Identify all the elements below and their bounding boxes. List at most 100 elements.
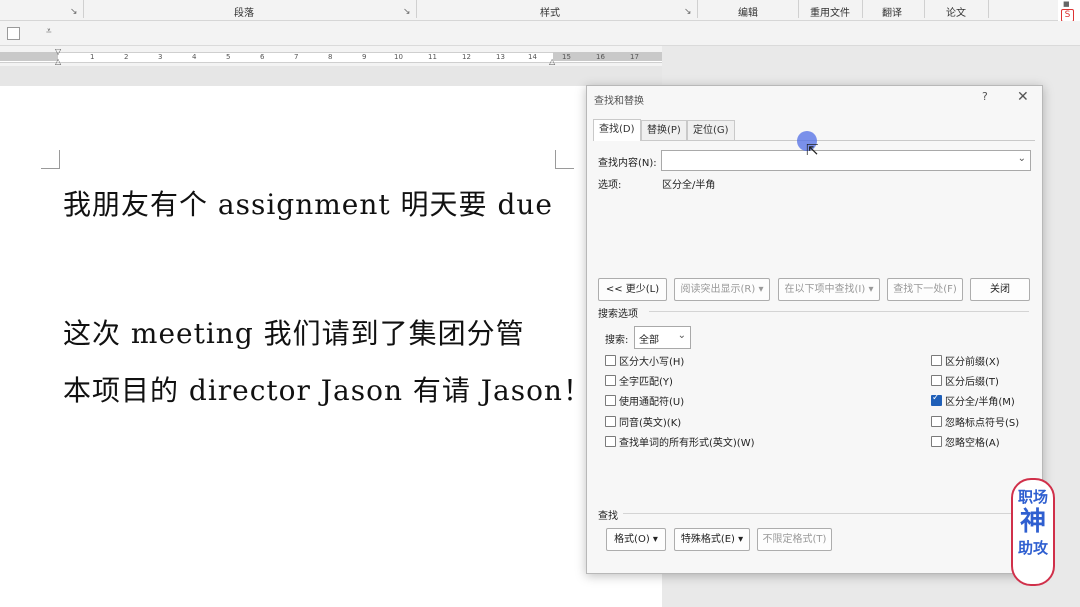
tab-replace[interactable]: 替换(P) [641, 120, 687, 140]
separator [697, 0, 698, 18]
ruler-tick: 1 [90, 53, 95, 61]
option-label: 区分大小写(H) [619, 357, 685, 368]
ruler-tick: 17 [630, 53, 639, 61]
chevron-down-icon[interactable]: ⌄ [1018, 153, 1026, 164]
option-label: 忽略标点符号(S) [945, 418, 1020, 429]
quick-access-toolbar: ⩡ [0, 21, 1080, 46]
ruler-tick: 9 [362, 53, 367, 61]
horizontal-ruler[interactable]: 1 2 3 4 5 6 7 8 9 10 11 12 13 14 15 16 1… [0, 46, 662, 66]
option-label: 区分全/半角(M) [945, 397, 1015, 408]
ruler-tick: 16 [596, 53, 605, 61]
options-label: 选项: [598, 180, 622, 191]
checkbox[interactable] [605, 436, 616, 447]
document-page[interactable]: 我朋友有个 assignment 明天要 due 这次 meeting 我们请到… [0, 86, 662, 607]
option-label: 使用通配符(U) [619, 397, 685, 408]
checkbox[interactable] [931, 436, 942, 447]
ruler-left-margin [0, 52, 58, 61]
ruler-tick: 13 [496, 53, 505, 61]
format-button[interactable]: 格式(O) ▾ [606, 528, 666, 551]
close-button[interactable]: 关闭 [970, 278, 1030, 301]
ruler-tick: 3 [158, 53, 163, 61]
find-what-label: 查找内容(N): [598, 158, 657, 169]
checkbox[interactable] [605, 395, 616, 406]
customize-toolbar-icon[interactable]: ⩡ [46, 26, 52, 37]
checkbox[interactable] [931, 416, 942, 427]
separator [416, 0, 417, 18]
watermark-text: 职场 [1017, 488, 1048, 506]
ruler-tick: 4 [192, 53, 197, 61]
ruler-tick: 10 [394, 53, 403, 61]
checkbox[interactable] [605, 416, 616, 427]
document-text-line[interactable]: 本项目的 director Jason 有请 Jason！ [63, 369, 592, 409]
view-icon[interactable] [7, 27, 20, 40]
find-section-title: 查找 [598, 511, 618, 522]
separator [83, 0, 84, 18]
checkbox[interactable] [605, 355, 616, 366]
ribbon-group-reuse-files: 重用文件 [810, 8, 850, 19]
ruler-tick: 5 [226, 53, 231, 61]
ribbon-group-translate: 翻译 [882, 8, 902, 19]
dialog-launcher-icon[interactable]: ↘ [403, 7, 411, 17]
watermark-text: 神 [1019, 507, 1046, 537]
option-label: 查找单词的所有形式(英文)(W) [619, 438, 755, 449]
find-next-button[interactable]: 查找下一处(F) [887, 278, 963, 301]
tab-find[interactable]: 查找(D) [593, 119, 641, 141]
search-direction-value: 全部 [639, 335, 659, 346]
ruler-tick: 12 [462, 53, 471, 61]
find-in-button[interactable]: 在以下项中查找(I) ▾ [778, 278, 880, 301]
section-divider [649, 311, 1029, 312]
first-line-indent-marker-icon[interactable]: ▽ [55, 47, 61, 56]
checkbox[interactable] [931, 355, 942, 366]
ruler-tick: 8 [328, 53, 333, 61]
app-icon[interactable]: ■ [1063, 0, 1070, 8]
option-label: 区分前缀(X) [945, 357, 1000, 368]
dialog-title: 查找和替换 [594, 96, 644, 107]
hanging-indent-marker-icon[interactable]: △ [55, 57, 61, 66]
reading-highlight-button[interactable]: 阅读突出显示(R) ▾ [674, 278, 770, 301]
ruler-tick: 11 [428, 53, 437, 61]
checkbox-checked[interactable] [931, 393, 942, 406]
margin-corner-mark [41, 150, 60, 169]
checkbox[interactable] [931, 375, 942, 386]
separator [798, 0, 799, 18]
watermark-text: 助攻 [1017, 539, 1048, 557]
ribbon-group-paper: 论文 [946, 8, 966, 19]
separator [862, 0, 863, 18]
mouse-pointer-icon: ⇱ [806, 141, 819, 159]
options-value: 区分全/半角 [662, 180, 716, 191]
search-direction-select[interactable]: 全部 ⌄ [634, 326, 691, 349]
ribbon-group-styles: 样式 [540, 8, 560, 19]
section-divider [623, 513, 1029, 514]
separator [988, 0, 989, 18]
watermark-logo: 职场 神 助攻 [1011, 478, 1055, 586]
ribbon-group-labels: ↘ 段落 ↘ 样式 ↘ 编辑 重用文件 翻译 论文 [0, 0, 1080, 21]
less-button[interactable]: << 更少(L) [598, 278, 667, 301]
special-format-button[interactable]: 特殊格式(E) ▾ [674, 528, 750, 551]
chevron-down-icon[interactable]: ⌄ [678, 330, 686, 341]
document-text-line[interactable]: 这次 meeting 我们请到了集团分管 [63, 312, 525, 352]
close-icon[interactable]: ✕ [1017, 89, 1029, 105]
document-text-line[interactable]: 我朋友有个 assignment 明天要 due [63, 183, 553, 223]
option-label: 同音(英文)(K) [619, 418, 682, 429]
dialog-launcher-icon[interactable]: ↘ [70, 7, 78, 17]
option-label: 忽略空格(A) [945, 438, 1000, 449]
search-options-title: 搜索选项 [598, 309, 638, 320]
find-what-input[interactable]: ⌄ [661, 150, 1031, 171]
right-indent-marker-icon[interactable]: △ [549, 57, 555, 66]
help-icon[interactable]: ? [982, 90, 988, 103]
ribbon-group-editing: 编辑 [738, 8, 758, 19]
tab-goto[interactable]: 定位(G) [687, 120, 735, 140]
checkbox[interactable] [605, 375, 616, 386]
ruler-tick: 7 [294, 53, 299, 61]
ribbon-group-paragraph: 段落 [234, 8, 254, 19]
margin-corner-mark [555, 150, 574, 169]
no-formatting-button[interactable]: 不限定格式(T) [757, 528, 832, 551]
option-label: 全字匹配(Y) [619, 377, 673, 388]
ruler-tick: 6 [260, 53, 265, 61]
ruler-tick: 14 [528, 53, 537, 61]
dialog-launcher-icon[interactable]: ↘ [684, 7, 692, 17]
ruler-tick: 2 [124, 53, 129, 61]
separator [924, 0, 925, 18]
ruler-tick: 15 [562, 53, 571, 61]
search-direction-label: 搜索: [605, 335, 629, 346]
